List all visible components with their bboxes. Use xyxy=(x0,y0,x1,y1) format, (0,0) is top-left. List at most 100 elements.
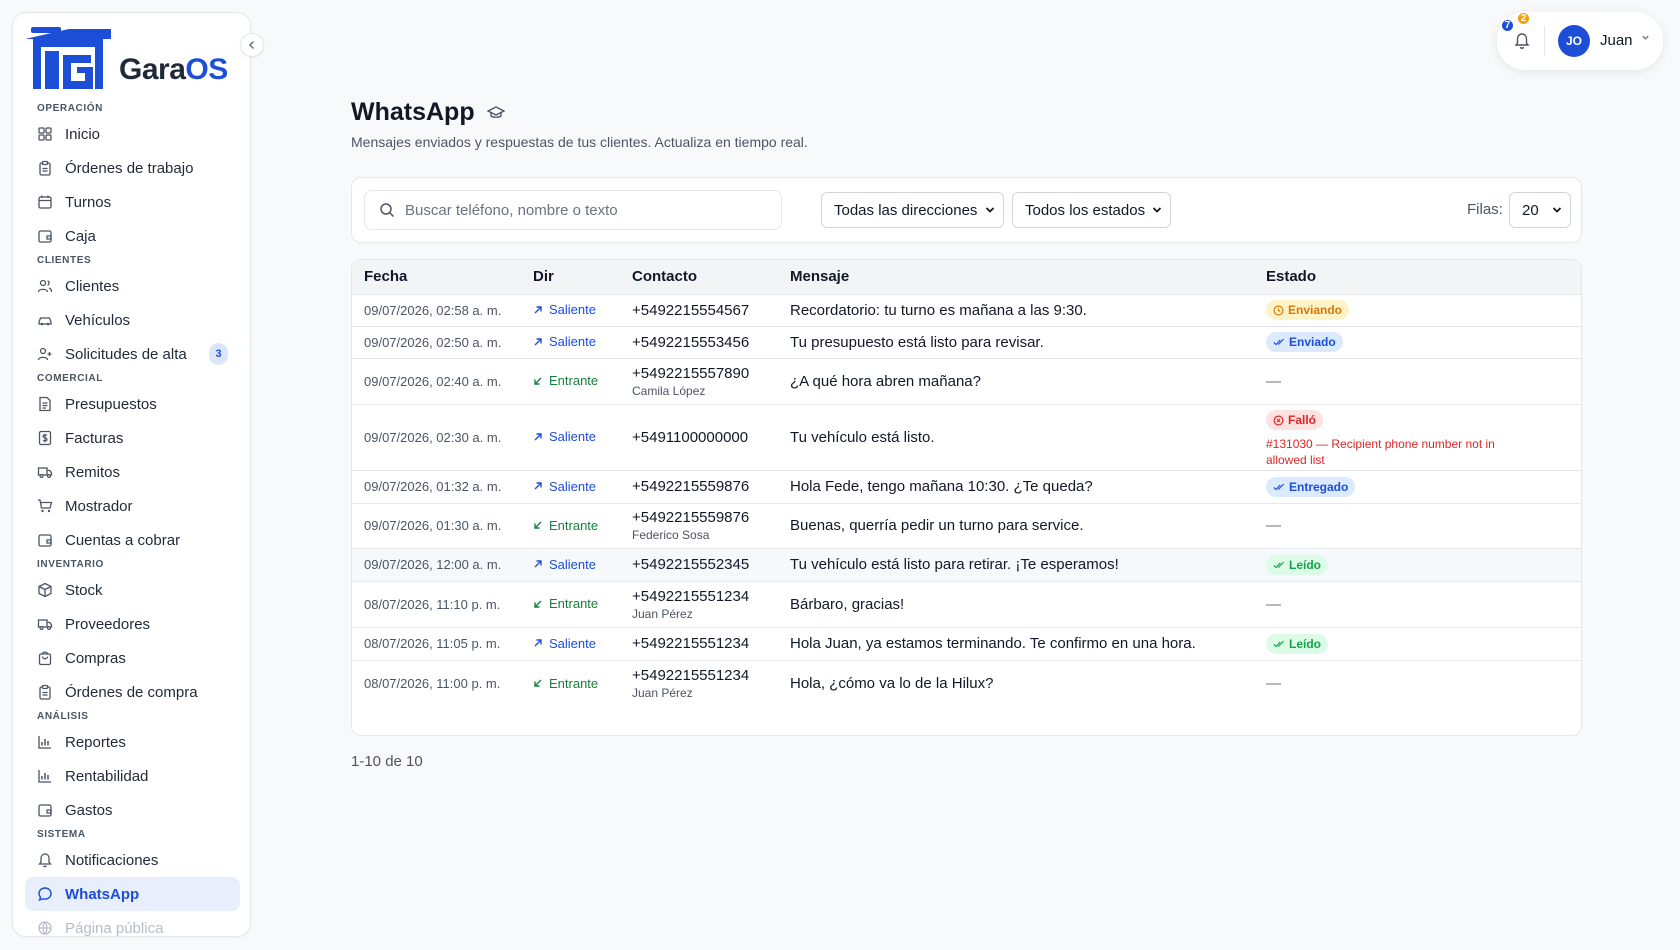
table-row[interactable]: 09/07/2026, 02:50 a. m. Saliente +549221… xyxy=(352,326,1581,359)
chevron-down-icon[interactable] xyxy=(1641,33,1650,45)
user-card: 7 2 JO Juan xyxy=(1497,11,1663,70)
sidebar-item-presupuestos[interactable]: Presupuestos xyxy=(25,387,240,421)
table-row[interactable]: 08/07/2026, 11:10 p. m. Entrante +549221… xyxy=(352,581,1581,628)
direction-tag: Entrante xyxy=(533,596,598,611)
sidebar-item-gastos[interactable]: Gastos xyxy=(25,793,240,827)
contact-phone: +5492215559876 xyxy=(632,478,750,495)
contact-name: Federico Sosa xyxy=(632,528,710,542)
table-row[interactable]: 09/07/2026, 02:40 a. m. Entrante +549221… xyxy=(352,358,1581,405)
cell-dir: Saliente xyxy=(533,627,632,661)
cell-estado: — xyxy=(1266,503,1581,549)
section-label: OPERACIÓN xyxy=(37,103,103,114)
table-row[interactable]: 08/07/2026, 11:00 p. m. Entrante +549221… xyxy=(352,660,1581,706)
sidebar-item-label: Órdenes de compra xyxy=(65,683,198,701)
arrow-up-right-icon xyxy=(534,306,542,314)
sidebar-item-vehiculos[interactable]: Vehículos xyxy=(25,303,240,337)
cell-dir: Saliente xyxy=(533,470,632,504)
col-header-dir[interactable]: Dir xyxy=(533,260,632,295)
direction-tag: Saliente xyxy=(533,636,596,651)
sidebar-item-reportes[interactable]: Reportes xyxy=(25,725,240,759)
table-row[interactable]: 09/07/2026, 01:30 a. m. Entrante +549221… xyxy=(352,503,1581,549)
cell-mensaje: Recordatorio: tu turno es mañana a las 9… xyxy=(790,294,1266,327)
cart-icon xyxy=(37,498,53,514)
calendar-icon xyxy=(37,194,53,210)
sidebar-item-whatsapp[interactable]: WhatsApp xyxy=(25,877,240,911)
clipboard-icon xyxy=(37,160,53,176)
graduation-cap-icon[interactable] xyxy=(486,105,505,120)
sidebar-item-label: Caja xyxy=(65,227,96,245)
direction-select[interactable]: Todas las direcciones xyxy=(821,192,1004,228)
contact-phone: +5492215559876 xyxy=(632,509,750,526)
sidebar-item-stock[interactable]: Stock xyxy=(25,573,240,607)
table-row[interactable]: 09/07/2026, 01:32 a. m. Saliente +549221… xyxy=(352,470,1581,504)
notifications-button[interactable] xyxy=(1514,32,1530,55)
collapse-sidebar-button[interactable] xyxy=(240,33,264,57)
col-header-mensaje[interactable]: Mensaje xyxy=(790,260,1266,295)
table-row[interactable]: 09/07/2026, 12:00 a. m. Saliente +549221… xyxy=(352,548,1581,582)
sidebar-item-remitos[interactable]: Remitos xyxy=(25,455,240,489)
search-box[interactable] xyxy=(364,190,782,230)
cell-fecha: 08/07/2026, 11:05 p. m. xyxy=(352,627,533,661)
cell-mensaje: Bárbaro, gracias! xyxy=(790,581,1266,628)
col-header-estado[interactable]: Estado xyxy=(1266,260,1581,295)
table-row[interactable]: 09/07/2026, 02:30 a. m. Saliente +549110… xyxy=(352,404,1581,471)
cell-fecha: 09/07/2026, 02:40 a. m. xyxy=(352,358,533,405)
sidebar-item-ordenes-de-trabajo[interactable]: Órdenes de trabajo xyxy=(25,151,240,185)
search-input[interactable] xyxy=(405,201,765,219)
status-badge: Falló xyxy=(1266,410,1324,430)
table-row[interactable]: 08/07/2026, 11:05 p. m. Saliente +549221… xyxy=(352,627,1581,661)
cell-mensaje: ¿A qué hora abren mañana? xyxy=(790,358,1266,405)
cell-dir: Entrante xyxy=(533,358,632,405)
sidebar-item-rentabilidad[interactable]: Rentabilidad xyxy=(25,759,240,793)
sidebar-item-label: Solicitudes de alta xyxy=(65,345,187,363)
cell-fecha: 09/07/2026, 01:32 a. m. xyxy=(352,470,533,504)
sidebar-item-caja[interactable]: Caja xyxy=(25,219,240,253)
wallet-icon xyxy=(37,228,53,244)
clipboard-icon xyxy=(37,684,53,700)
sidebar-item-label: Compras xyxy=(65,649,126,667)
truck-icon xyxy=(37,616,53,632)
sidebar-item-label: Proveedores xyxy=(65,615,151,633)
arrow-up-right-icon xyxy=(534,560,542,568)
sidebar: GaraOS OPERACIÓN Inicio Órdenes de traba… xyxy=(12,12,251,937)
sidebar-nav: OPERACIÓN Inicio Órdenes de trabajo Turn… xyxy=(25,101,240,936)
cell-mensaje: Hola, ¿cómo va lo de la Hilux? xyxy=(790,674,994,692)
contact-name: Juan Pérez xyxy=(632,685,693,700)
rows-per-page-select[interactable]: 20 xyxy=(1509,192,1571,228)
sidebar-item-facturas[interactable]: Facturas xyxy=(25,421,240,455)
sidebar-item-label: Facturas xyxy=(65,429,124,447)
cell-fecha: 09/07/2026, 02:58 a. m. xyxy=(352,294,533,327)
avatar[interactable]: JO xyxy=(1558,25,1590,57)
sidebar-item-label: Vehículos xyxy=(65,311,131,329)
search-icon xyxy=(380,203,395,218)
cell-estado: — xyxy=(1266,660,1581,706)
sidebar-item-turnos[interactable]: Turnos xyxy=(25,185,240,219)
sidebar-item-inicio[interactable]: Inicio xyxy=(25,117,240,151)
cell-dir: Saliente xyxy=(533,294,632,327)
chevron-left-icon xyxy=(248,40,255,50)
cell-contacto: +5492215551234 Juan Pérez xyxy=(632,581,790,628)
col-header-fecha[interactable]: Fecha xyxy=(352,260,533,295)
sidebar-item-mostrador[interactable]: Mostrador xyxy=(25,489,240,523)
bar-chart-icon xyxy=(37,768,53,784)
sidebar-item-pagina-publica[interactable]: Página pública xyxy=(25,911,240,936)
sidebar-item-ordenes-de-compra[interactable]: Órdenes de compra xyxy=(25,675,240,709)
user-name[interactable]: Juan xyxy=(1600,32,1633,49)
col-header-contacto[interactable]: Contacto xyxy=(632,260,790,295)
direction-select-value: Todas las direcciones xyxy=(834,201,978,219)
sidebar-item-clientes[interactable]: Clientes xyxy=(25,269,240,303)
sidebar-item-compras[interactable]: Compras xyxy=(25,641,240,675)
bell-icon xyxy=(37,852,53,868)
table-row[interactable]: 09/07/2026, 02:58 a. m. Saliente +549221… xyxy=(352,294,1581,327)
status-select[interactable]: Todos los estados xyxy=(1012,192,1171,228)
sidebar-item-notificaciones[interactable]: Notificaciones xyxy=(25,843,240,877)
sidebar-item-cuentas-a-cobrar[interactable]: Cuentas a cobrar xyxy=(25,523,240,557)
divider xyxy=(1544,26,1545,56)
brand-name: GaraOS xyxy=(119,53,228,86)
x-circle-icon xyxy=(1273,415,1284,425)
status-badge: Enviado xyxy=(1266,332,1343,352)
arrow-down-left-icon xyxy=(534,600,542,608)
sidebar-item-solicitudes-de-alta[interactable]: Solicitudes de alta 3 xyxy=(25,337,240,371)
sidebar-item-proveedores[interactable]: Proveedores xyxy=(25,607,240,641)
chevron-down-icon xyxy=(1552,207,1562,213)
